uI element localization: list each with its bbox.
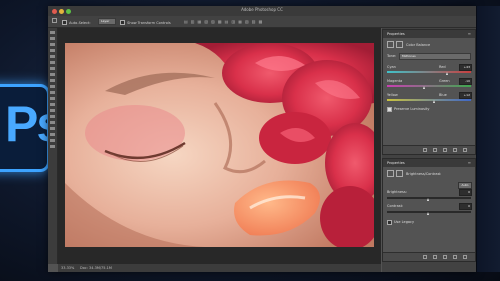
contrast-slider-handle[interactable] xyxy=(427,212,429,215)
visibility-icon[interactable] xyxy=(453,255,457,259)
status-bar: 33.33% Doc: 34.3M/75.1M xyxy=(58,264,381,272)
brightness-contrast-properties-panel: Properties ≡ Brightness/Contrast Auto Br… xyxy=(382,158,476,262)
trash-icon[interactable] xyxy=(463,148,467,152)
properties-tab[interactable]: Properties ≡ xyxy=(383,30,475,38)
brightness-slider-handle[interactable] xyxy=(427,198,429,201)
magenta-green-slider-handle[interactable] xyxy=(423,86,426,89)
gradient-tool-icon[interactable] xyxy=(50,97,55,100)
panel-footer xyxy=(383,145,475,154)
slider-right-label: Red xyxy=(439,65,446,69)
adjustment-title: Brightness/Contrast xyxy=(406,172,441,176)
lasso-tool-icon[interactable] xyxy=(50,43,55,46)
quick-select-tool-icon[interactable] xyxy=(50,49,55,52)
use-legacy-checkbox[interactable] xyxy=(387,220,392,225)
tone-label: Tone: xyxy=(387,54,397,58)
contrast-label: Contrast: xyxy=(387,204,404,208)
window-title: Adobe Photoshop CC xyxy=(241,7,283,12)
panel-dock: Properties ≡ Color Balance Tone: Midtone… xyxy=(382,28,476,272)
slider-right-label: Blue xyxy=(439,93,447,97)
cyan-red-slider[interactable] xyxy=(387,71,471,73)
desktop-background-right xyxy=(477,6,500,272)
view-previous-icon[interactable] xyxy=(433,255,437,259)
auto-select-label: Auto-Select: xyxy=(69,21,91,25)
align-distribute-icons[interactable]: ▤▥▦▧▨▩▤▥▦▧▨▩ xyxy=(184,19,265,24)
reset-icon[interactable] xyxy=(443,148,447,152)
marquee-tool-icon[interactable] xyxy=(50,37,55,40)
color-balance-properties-panel: Properties ≡ Color Balance Tone: Midtone… xyxy=(382,29,476,155)
properties-tab-label: Properties xyxy=(387,161,405,165)
tools-panel xyxy=(48,28,58,264)
auto-select-checkbox[interactable] xyxy=(62,20,67,25)
zoom-level[interactable]: 33.33% xyxy=(61,266,74,270)
magenta-green-slider[interactable] xyxy=(387,85,471,87)
auto-select-dropdown[interactable]: Layer xyxy=(98,18,116,25)
view-previous-icon[interactable] xyxy=(433,148,437,152)
preserve-luminosity-checkbox[interactable] xyxy=(387,107,392,112)
use-legacy-label: Use Legacy xyxy=(394,220,415,224)
portrait-photo xyxy=(65,43,374,247)
tone-dropdown[interactable]: Midtones xyxy=(399,53,471,60)
hand-tool-icon[interactable] xyxy=(50,139,55,142)
magenta-green-value[interactable]: -10 xyxy=(459,78,472,85)
move-tool-icon[interactable] xyxy=(50,31,55,34)
blur-tool-icon[interactable] xyxy=(50,103,55,106)
document-info[interactable]: Doc: 34.3M/75.1M xyxy=(80,266,112,270)
properties-tab[interactable]: Properties ≡ xyxy=(383,159,475,167)
dodge-tool-icon[interactable] xyxy=(50,109,55,112)
brightness-contrast-icon xyxy=(387,170,394,177)
photoshop-logo: Ps xyxy=(0,84,64,172)
healing-brush-tool-icon[interactable] xyxy=(50,67,55,70)
cyan-red-slider-handle[interactable] xyxy=(445,72,448,75)
color-balance-icon xyxy=(387,41,394,48)
contrast-value[interactable]: 0 xyxy=(459,203,472,210)
clip-to-layer-icon[interactable] xyxy=(423,255,427,259)
clip-to-layer-icon[interactable] xyxy=(423,148,427,152)
pen-tool-icon[interactable] xyxy=(50,115,55,118)
eraser-tool-icon[interactable] xyxy=(50,91,55,94)
layer-mask-icon[interactable] xyxy=(396,170,403,177)
type-tool-icon[interactable] xyxy=(50,121,55,124)
slider-left-label: Yellow xyxy=(387,93,398,97)
auto-button[interactable]: Auto xyxy=(458,182,472,189)
path-select-tool-icon[interactable] xyxy=(50,127,55,130)
layer-mask-icon[interactable] xyxy=(396,41,403,48)
brightness-slider[interactable] xyxy=(387,197,471,199)
brightness-value[interactable]: 0 xyxy=(459,189,472,196)
preserve-luminosity-label: Preserve Luminosity xyxy=(394,107,430,111)
slider-right-label: Green xyxy=(439,79,450,83)
contrast-slider[interactable] xyxy=(387,211,471,213)
panel-menu-icon[interactable]: ≡ xyxy=(468,31,471,36)
show-transform-checkbox[interactable] xyxy=(120,20,125,25)
panel-footer xyxy=(383,252,475,261)
document-canvas-area[interactable] xyxy=(58,28,381,264)
yellow-blue-value[interactable]: +12 xyxy=(459,92,472,99)
zoom-tool-icon[interactable] xyxy=(50,145,55,148)
show-transform-label: Show Transform Controls xyxy=(127,21,171,25)
crop-tool-icon[interactable] xyxy=(50,55,55,58)
history-brush-tool-icon[interactable] xyxy=(50,85,55,88)
brightness-label: Brightness: xyxy=(387,190,407,194)
cyan-red-value[interactable]: +43 xyxy=(459,64,472,71)
panel-menu-icon[interactable]: ≡ xyxy=(468,160,471,165)
adjustment-title: Color Balance xyxy=(406,43,431,47)
visibility-icon[interactable] xyxy=(453,148,457,152)
trash-icon[interactable] xyxy=(463,255,467,259)
document-image[interactable] xyxy=(65,43,374,247)
brush-tool-icon[interactable] xyxy=(50,73,55,76)
slider-left-label: Magenta xyxy=(387,79,403,83)
eyedropper-tool-icon[interactable] xyxy=(50,61,55,64)
slider-left-label: Cyan xyxy=(387,65,396,69)
reset-icon[interactable] xyxy=(443,255,447,259)
clone-stamp-tool-icon[interactable] xyxy=(50,79,55,82)
yellow-blue-slider[interactable] xyxy=(387,99,471,101)
options-bar: Auto-Select: Layer Show Transform Contro… xyxy=(48,16,476,28)
photoshop-window: Adobe Photoshop CC Auto-Select: Layer Sh… xyxy=(48,6,476,272)
shape-tool-icon[interactable] xyxy=(50,133,55,136)
move-tool-icon[interactable] xyxy=(52,18,57,23)
properties-tab-label: Properties xyxy=(387,32,405,36)
yellow-blue-slider-handle[interactable] xyxy=(432,100,435,103)
